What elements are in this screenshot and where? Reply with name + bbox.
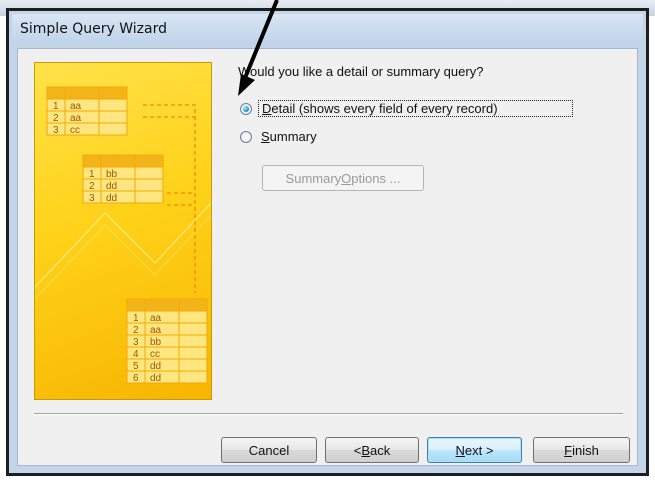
annotation-arrow-icon: [238, 0, 279, 96]
